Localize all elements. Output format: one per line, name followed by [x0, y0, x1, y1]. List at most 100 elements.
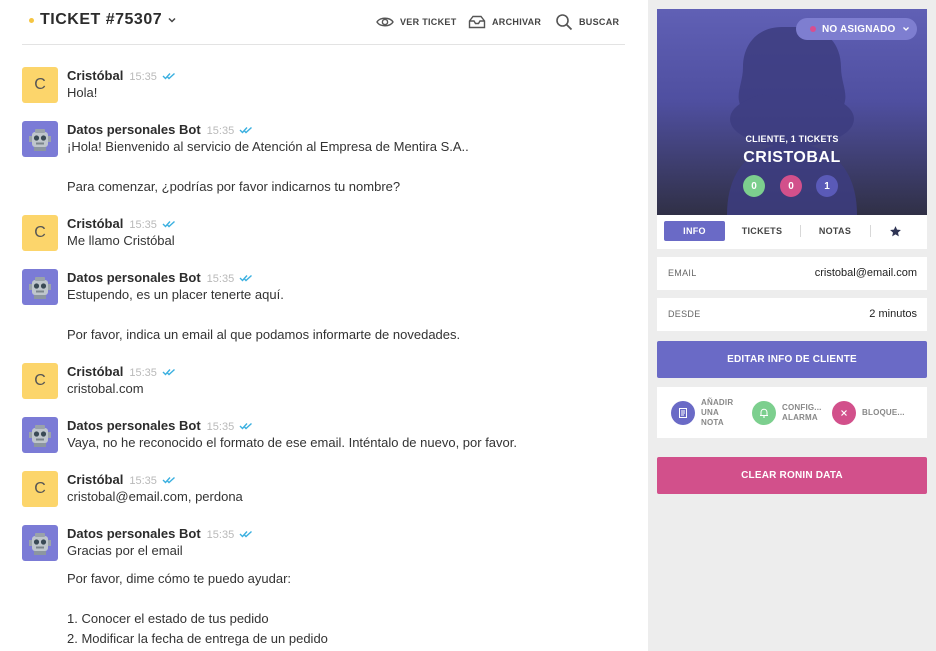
robot-icon — [22, 525, 58, 561]
double-check-icon — [239, 274, 253, 282]
since-label: DESDE — [668, 309, 701, 319]
sidebar-tabs: INFO TICKETS NOTAS — [657, 215, 927, 249]
ticket-header: TICKET #75307 VER TICKET ARCHIVAR BUSCAR — [22, 0, 625, 45]
customer-card: NO ASIGNADO CLIENTE, 1 TICKETS CRISTOBAL… — [657, 9, 927, 215]
message-text: Vaya, no he reconocido el formato de ese… — [67, 435, 517, 450]
search-button[interactable]: BUSCAR — [555, 12, 619, 32]
message-text: Hola! — [67, 85, 98, 100]
double-check-icon — [239, 422, 253, 430]
message-time: 15:35 — [129, 71, 157, 83]
stat-badge-green: 0 — [743, 175, 765, 197]
message-header: Datos personales Bot 15:35 — [67, 121, 253, 137]
message-time: 15:35 — [206, 273, 235, 285]
eye-icon — [376, 17, 394, 27]
tab-favorite[interactable] — [883, 221, 907, 241]
avatar: C — [22, 67, 58, 103]
message-header: Datos personales Bot 15:35 — [67, 269, 253, 285]
unassigned-dot — [810, 26, 816, 32]
message-author: Datos personales Bot — [67, 418, 201, 433]
avatar: C — [22, 215, 58, 251]
customer-name: CRISTOBAL — [743, 149, 841, 166]
chat-message: C Cristóbal 15:35 cristobal@email.com, pe… — [22, 471, 622, 511]
add-note-button[interactable]: AÑADIR UNA NOTA — [671, 387, 733, 438]
inbox-icon — [468, 15, 486, 29]
message-text: 2. Modificar la fecha de entrega de un p… — [67, 631, 328, 646]
tab-info[interactable]: INFO — [664, 221, 725, 241]
double-check-icon — [162, 72, 175, 80]
archive-label: ARCHIVAR — [492, 17, 542, 27]
chat-message: C Cristóbal 15:35 Hola! — [22, 67, 622, 107]
double-check-icon — [162, 368, 175, 376]
message-time: 15:35 — [129, 367, 157, 379]
avatar: C — [22, 363, 58, 399]
chat-message: Datos personales Bot 15:35 ¡Hola! Bienven… — [22, 121, 622, 199]
message-header: Datos personales Bot 15:35 — [67, 417, 253, 433]
view-ticket-button[interactable]: VER TICKET — [376, 12, 457, 32]
tab-notes[interactable]: NOTAS — [806, 221, 864, 241]
customer-subtitle: CLIENTE, 1 TICKETS — [745, 134, 839, 144]
close-icon — [832, 400, 856, 425]
message-author: Cristóbal — [67, 68, 124, 83]
chevron-down-icon — [902, 27, 909, 31]
tab-tickets[interactable]: TICKETS — [731, 221, 793, 241]
message-text: Por favor, indica un email al que podamo… — [67, 327, 461, 342]
message-text: Estupendo, es un placer tenerte aquí. — [67, 287, 284, 302]
search-label: BUSCAR — [579, 17, 620, 27]
message-time: 15:35 — [129, 219, 157, 231]
chat-pane: TICKET #75307 VER TICKET ARCHIVAR BUSCAR… — [0, 0, 648, 651]
add-note-label-line: NOTA — [701, 417, 724, 427]
double-check-icon — [239, 530, 253, 538]
email-label: EMAIL — [668, 268, 697, 278]
message-text: cristobal@email.com, perdona — [67, 489, 243, 504]
bell-icon — [752, 400, 776, 425]
alarm-button[interactable]: CONFIG... ALARMA — [752, 387, 822, 438]
message-time: 15:35 — [206, 529, 235, 541]
message-header: Cristóbal 15:35 — [67, 471, 176, 487]
assign-dropdown[interactable]: NO ASIGNADO — [796, 18, 917, 40]
robot-icon — [22, 269, 58, 305]
star-icon — [889, 225, 901, 236]
message-text: Gracias por el email — [67, 543, 183, 558]
chat-message: Datos personales Bot 15:35 Gracias por el… — [22, 525, 622, 651]
tab-divider — [800, 225, 801, 237]
email-value: cristobal@email.com — [814, 267, 917, 279]
robot-icon — [22, 121, 58, 157]
message-author: Datos personales Bot — [67, 122, 201, 137]
since-field: DESDE 2 minutos — [657, 298, 927, 331]
search-icon — [556, 14, 573, 31]
status-dot — [29, 18, 34, 23]
message-text: Me llamo Cristóbal — [67, 233, 175, 248]
block-label-line: BLOQUE... — [862, 407, 905, 417]
message-text: ¡Hola! Bienvenido al servicio de Atenció… — [67, 139, 469, 154]
message-header: Datos personales Bot 15:35 — [67, 525, 253, 541]
message-author: Cristóbal — [67, 472, 124, 487]
message-time: 15:35 — [129, 475, 157, 487]
add-note-label-line: UNA — [701, 407, 719, 417]
note-icon — [671, 400, 695, 425]
edit-customer-button[interactable]: EDITAR INFO DE CLIENTE — [657, 341, 927, 378]
customer-sidebar: NO ASIGNADO CLIENTE, 1 TICKETS CRISTOBAL… — [648, 0, 936, 651]
message-header: Cristóbal 15:35 — [67, 67, 176, 83]
message-text: 1. Conocer el estado de tus pedido — [67, 611, 269, 626]
avatar: C — [22, 471, 58, 507]
message-header: Cristóbal 15:35 — [67, 215, 176, 231]
tab-divider — [870, 225, 871, 237]
block-label: BLOQUE... — [862, 408, 905, 418]
ticket-title[interactable]: TICKET #75307 — [40, 11, 162, 29]
double-check-icon — [162, 220, 175, 228]
clear-ronin-data-button[interactable]: CLEAR RONIN DATA — [657, 457, 927, 494]
chat-message: Datos personales Bot 15:35 Vaya, no he re… — [22, 417, 622, 457]
message-author: Datos personales Bot — [67, 526, 201, 541]
chevron-down-icon[interactable] — [166, 14, 178, 26]
message-author: Datos personales Bot — [67, 270, 201, 285]
stat-badge-pink: 0 — [780, 175, 802, 197]
since-value: 2 minutos — [869, 308, 917, 320]
block-button[interactable]: BLOQUE... — [832, 387, 905, 438]
robot-icon — [22, 417, 58, 453]
archive-button[interactable]: ARCHIVAR — [468, 12, 541, 32]
app-window: TICKET #75307 VER TICKET ARCHIVAR BUSCAR… — [0, 0, 936, 651]
add-note-label: AÑADIR UNA NOTA — [701, 398, 733, 428]
message-text: Por favor, dime cómo te puedo ayudar: — [67, 571, 292, 586]
alarm-label-line: ALARMA — [782, 412, 818, 422]
stat-badge-blue: 1 — [816, 175, 838, 197]
